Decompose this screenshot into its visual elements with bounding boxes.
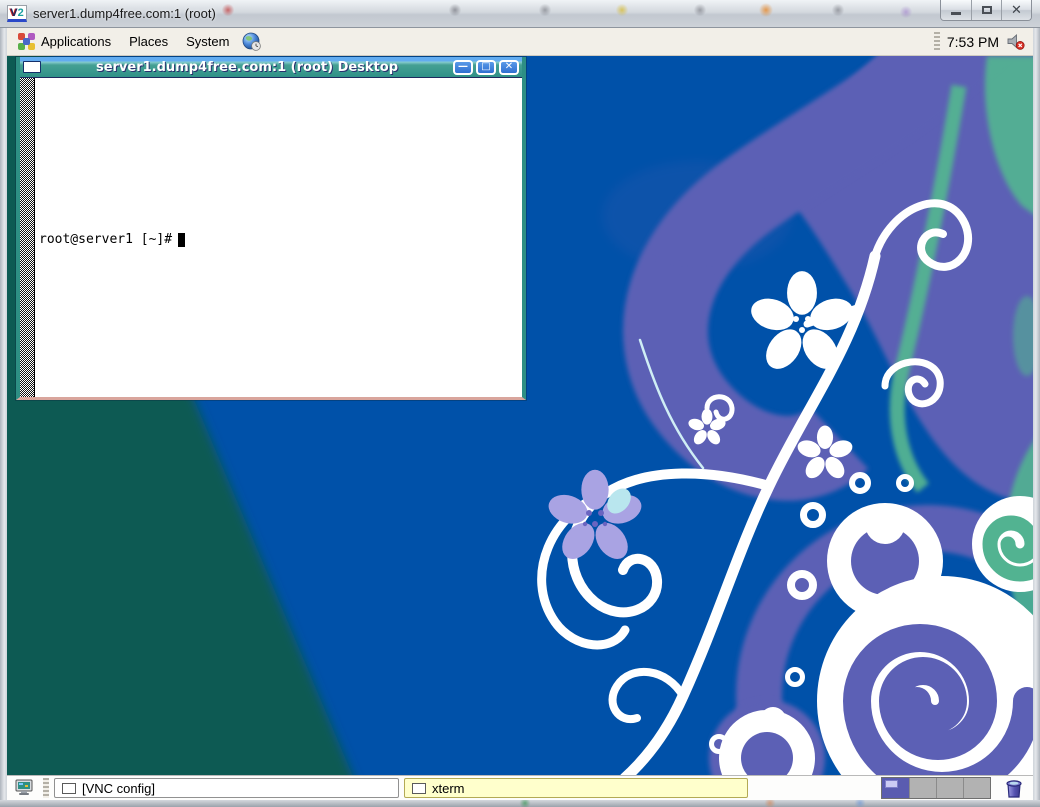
gnome-bottom-panel: [VNC config] xterm — [7, 775, 1033, 800]
applications-menu-label: Applications — [41, 34, 111, 49]
panel-grip-handle[interactable] — [934, 32, 940, 52]
web-browser-launcher[interactable] — [238, 28, 266, 55]
terminal-prompt: root@server1 [~]# — [39, 232, 172, 247]
workspace-window-thumbnail — [885, 780, 898, 788]
desktop-surface[interactable]: server1.dump4free.com:1 (root) Desktop —… — [7, 56, 1033, 775]
show-desktop-icon — [15, 779, 35, 797]
taskbar-button-label: xterm — [432, 781, 465, 796]
minimize-icon — [951, 12, 961, 15]
trash-icon — [1004, 778, 1024, 799]
xterm-body: root@server1 [~]# — [20, 78, 522, 397]
xterm-scrollbar[interactable] — [20, 78, 35, 397]
workspace-cell-4[interactable] — [963, 778, 990, 798]
close-icon: ✕ — [1011, 4, 1022, 17]
gnome-top-panel: Applications Places System — [7, 28, 1033, 56]
window-icon — [62, 783, 76, 794]
xterm-minimize-button[interactable]: — — [453, 60, 473, 75]
xterm-title: server1.dump4free.com:1 (root) Desktop — [44, 60, 450, 75]
xterm-close-button[interactable]: ✕ — [499, 60, 519, 75]
system-menu[interactable]: System — [177, 28, 238, 55]
web-browser-globe-icon — [242, 32, 262, 52]
workspace-cell-3[interactable] — [936, 778, 963, 798]
vnc-viewer-window: V2 server1.dump4free.com:1 (root) ✕ Appl… — [0, 0, 1040, 807]
places-menu[interactable]: Places — [120, 28, 177, 55]
show-desktop-button[interactable] — [12, 777, 38, 799]
system-menu-label: System — [186, 34, 229, 49]
taskbar-button-label: [VNC config] — [82, 781, 155, 796]
vnc-window-titlebar[interactable]: V2 server1.dump4free.com:1 (root) — [0, 0, 1040, 28]
clock[interactable]: 7:53 PM — [947, 34, 999, 50]
panel-right-cluster: 7:53 PM — [934, 28, 1033, 55]
window-caption-buttons: ✕ — [940, 0, 1032, 21]
places-menu-label: Places — [129, 34, 168, 49]
minimize-button[interactable] — [941, 0, 971, 20]
vnc-app-icon: V2 — [7, 5, 27, 22]
close-button[interactable]: ✕ — [1001, 0, 1031, 20]
xterm-menu-button[interactable] — [23, 61, 41, 73]
applications-menu[interactable]: Applications — [9, 28, 120, 55]
volume-muted-icon[interactable] — [1006, 33, 1025, 50]
workspace-cell-2[interactable] — [909, 778, 936, 798]
workspace-cell-1[interactable] — [882, 778, 909, 798]
vnc-window-title: server1.dump4free.com:1 (root) — [33, 6, 216, 21]
terminal-cursor — [178, 233, 185, 247]
applications-menu-icon — [18, 33, 35, 50]
xterm-titlebar[interactable]: server1.dump4free.com:1 (root) Desktop —… — [20, 57, 522, 78]
maximize-button[interactable] — [971, 0, 1001, 20]
workspace-switcher — [881, 777, 991, 799]
window-list-grip[interactable] — [43, 778, 49, 798]
window-border-right — [1033, 28, 1040, 800]
window-icon — [412, 783, 426, 794]
trash-button[interactable] — [1002, 777, 1026, 800]
taskbar-button-xterm[interactable]: xterm — [404, 778, 748, 798]
xterm-window: server1.dump4free.com:1 (root) Desktop —… — [16, 57, 526, 400]
vnc-session-view: Applications Places System — [7, 28, 1033, 800]
window-border-left — [0, 28, 7, 800]
terminal-area[interactable]: root@server1 [~]# — [35, 78, 185, 397]
xterm-maximize-button[interactable]: □ — [476, 60, 496, 75]
maximize-icon — [982, 6, 992, 14]
window-border-bottom — [0, 800, 1040, 807]
taskbar-button-vnc-config[interactable]: [VNC config] — [54, 778, 399, 798]
